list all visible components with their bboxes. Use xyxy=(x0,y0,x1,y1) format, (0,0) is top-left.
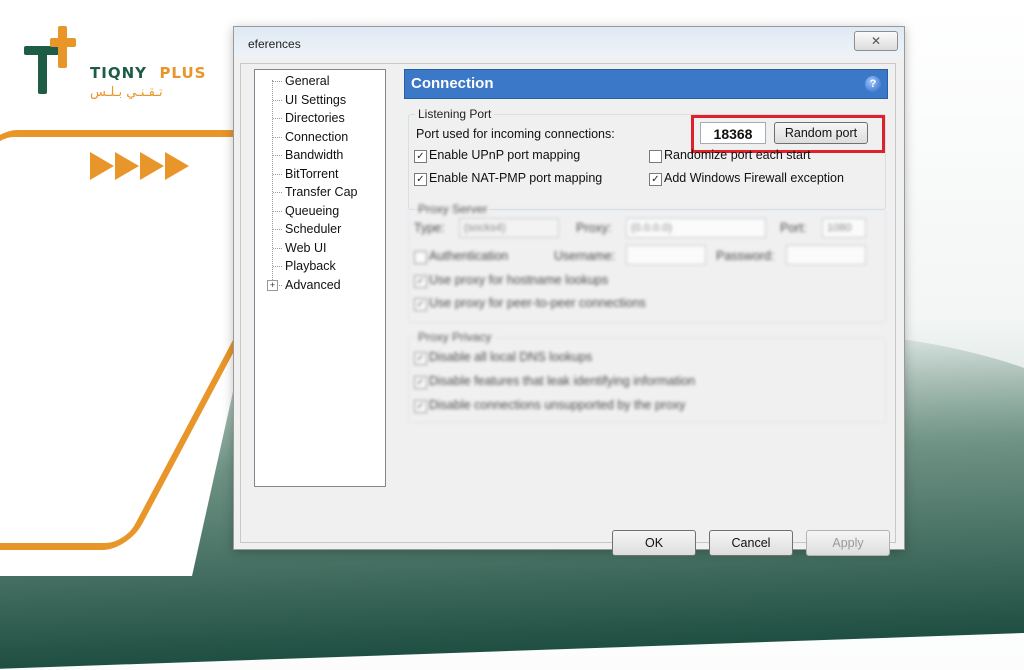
authentication-label: Authentication xyxy=(429,249,509,263)
enable-natpmp-label: Enable NAT-PMP port mapping xyxy=(429,171,603,185)
tree-item-web-ui[interactable]: Web UI xyxy=(272,239,326,257)
cancel-button[interactable]: Cancel xyxy=(709,530,793,556)
expand-plus-icon[interactable]: + xyxy=(267,279,278,291)
tree-item-ui-settings[interactable]: UI Settings xyxy=(272,91,346,109)
dialog-client-area: General UI Settings Directories Connecti… xyxy=(240,63,896,556)
disable-dns-checkbox[interactable]: ✓ xyxy=(414,352,427,365)
ok-button[interactable]: OK xyxy=(612,530,696,556)
logo-name: TIQNY PLUS xyxy=(90,64,207,82)
disable-features-checkbox[interactable]: ✓ xyxy=(414,376,427,389)
tree-item-directories[interactable]: Directories xyxy=(273,109,345,127)
proxy-address-label: Proxy: xyxy=(576,221,612,235)
tree-item-playback[interactable]: Playback xyxy=(273,257,336,275)
logo-mark-icon xyxy=(24,26,76,94)
port-input[interactable]: 18368 xyxy=(700,122,766,144)
panel-title: Connection xyxy=(411,75,494,92)
enable-natpmp-checkbox[interactable]: ✓ xyxy=(414,173,427,186)
disable-features-label: Disable features that leak identifying i… xyxy=(429,374,696,388)
enable-upnp-checkbox[interactable]: ✓ xyxy=(414,150,427,163)
arrow-right-icon xyxy=(115,152,139,180)
proxy-type-label: Type: xyxy=(414,221,445,235)
hostname-lookups-label: Use proxy for hostname lookups xyxy=(429,273,609,287)
arrow-right-icon xyxy=(165,152,189,180)
arrows-decoration xyxy=(90,152,190,180)
tree-item-transfer-cap[interactable]: Transfer Cap xyxy=(272,183,357,201)
randomize-port-checkbox[interactable] xyxy=(649,150,662,163)
enable-upnp-label: Enable UPnP port mapping xyxy=(429,148,581,162)
password-label: Password: xyxy=(716,249,775,263)
tree-item-general[interactable]: General xyxy=(272,72,329,90)
panel-header: Connection ? xyxy=(404,69,888,99)
close-button[interactable]: ✕ xyxy=(854,31,898,51)
tree-item-scheduler[interactable]: Scheduler xyxy=(272,220,341,238)
apply-button[interactable]: Apply xyxy=(806,530,890,556)
username-label: Username: xyxy=(554,249,616,263)
firewall-exception-label: Add Windows Firewall exception xyxy=(664,171,844,185)
help-icon[interactable]: ? xyxy=(865,76,881,92)
tree-item-connection[interactable]: Connection xyxy=(272,128,348,146)
password-input[interactable] xyxy=(786,245,866,265)
username-input[interactable] xyxy=(626,245,706,265)
p2p-proxy-label: Use proxy for peer-to-peer connections xyxy=(429,296,646,310)
tree-item-advanced[interactable]: + Advanced xyxy=(267,276,341,294)
port-label: Port used for incoming connections: xyxy=(416,127,615,141)
proxy-privacy-legend: Proxy Privacy xyxy=(415,330,495,344)
listening-port-legend: Listening Port xyxy=(415,107,495,121)
arrow-right-icon xyxy=(140,152,164,180)
proxy-server-legend: Proxy Server xyxy=(415,202,491,216)
proxy-type-select[interactable]: (socks4) xyxy=(459,218,559,238)
disable-unsupported-checkbox[interactable]: ✓ xyxy=(414,400,427,413)
preferences-window: eferences ✕ General UI Settings Director… xyxy=(233,26,905,556)
disable-dns-label: Disable all local DNS lookups xyxy=(429,350,593,364)
logo-arabic-name: تـقـنـي بـلـس xyxy=(90,85,163,100)
proxy-address-input[interactable]: (0.0.0.0) xyxy=(626,218,766,238)
random-port-button[interactable]: Random port xyxy=(774,122,868,144)
hostname-lookups-checkbox[interactable]: ✓ xyxy=(414,275,427,288)
tree-item-queueing[interactable]: Queueing xyxy=(272,202,339,220)
tree-item-bandwidth[interactable]: Bandwidth xyxy=(272,146,343,164)
window-title: eferences xyxy=(248,37,301,51)
close-icon: ✕ xyxy=(870,34,882,48)
connection-panel: Connection ? Listening Port Port used fo… xyxy=(404,69,888,489)
proxy-port-input[interactable]: 1080 xyxy=(822,218,866,238)
p2p-proxy-checkbox[interactable]: ✓ xyxy=(414,298,427,311)
proxy-port-label: Port: xyxy=(780,221,807,235)
tree-item-bittorrent[interactable]: BitTorrent xyxy=(273,165,339,183)
firewall-exception-checkbox[interactable]: ✓ xyxy=(649,173,662,186)
randomize-port-label: Randomize port each start xyxy=(664,148,811,162)
category-tree[interactable]: General UI Settings Directories Connecti… xyxy=(254,69,386,487)
title-bar: eferences ✕ xyxy=(234,27,904,57)
arrow-right-icon xyxy=(90,152,114,180)
disable-unsupported-label: Disable connections unsupported by the p… xyxy=(429,398,686,412)
authentication-checkbox[interactable] xyxy=(414,251,427,264)
tiqny-plus-logo: TIQNY PLUS تـقـنـي بـلـس xyxy=(24,26,206,100)
tree-item-label: Advanced xyxy=(285,277,341,292)
